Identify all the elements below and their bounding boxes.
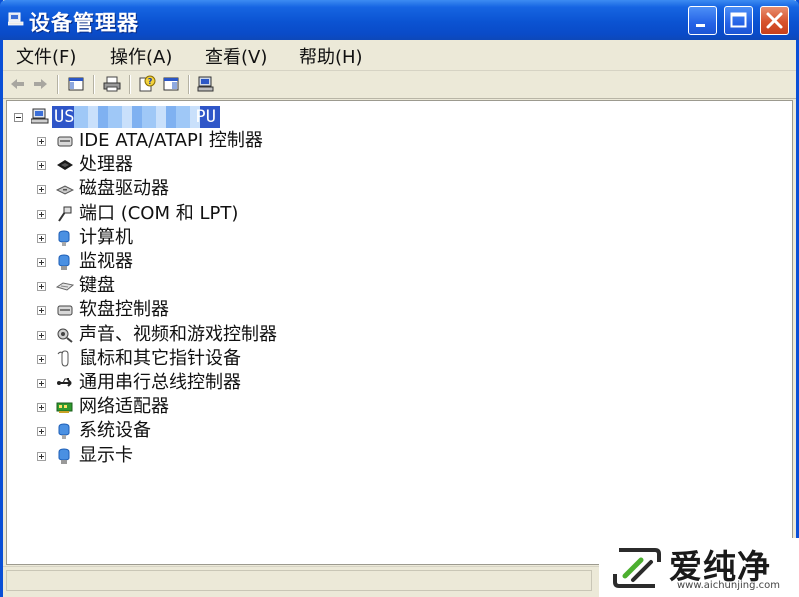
menu-bar: 文件(F) 操作(A) 查看(V) 帮助(H) [3,40,796,71]
category-label: 键盘 [79,275,115,297]
console-tree-icon[interactable] [67,75,85,93]
processor-icon [57,160,73,171]
mouse-icon [57,350,69,367]
menu-file[interactable]: 文件(F) [10,43,82,69]
window-title: 设备管理器 [29,11,139,35]
expand-toggle[interactable] [37,403,46,413]
menu-action[interactable]: 操作(A) [104,43,178,69]
root-label-end: PU [195,107,216,127]
tree-category-row[interactable]: 键盘 [7,274,607,298]
device-tree[interactable]: US PU IDE ATA/ATAPI 控制器 处理器 磁盘驱动器 端口 (COM 和… [6,100,793,565]
tree-category-row[interactable]: 系统设备 [7,419,607,443]
tree-category-row[interactable]: 磁盘驱动器 [7,177,607,201]
menu-help[interactable]: 帮助(H) [293,43,369,69]
menu-view[interactable]: 查看(V) [199,43,273,69]
close-button[interactable] [760,6,789,35]
category-label: 系统设备 [79,420,151,442]
toolbar-separator [57,75,58,94]
root-computer-node[interactable]: US PU [52,106,220,128]
category-label: IDE ATA/ATAPI 控制器 [79,130,263,151]
category-label: 显示卡 [79,444,133,466]
category-label: 声音、视频和游戏控制器 [79,323,277,345]
back-arrow-icon[interactable] [9,75,27,93]
brand-logo-icon [613,548,661,588]
tree-category-row[interactable]: 网络适配器 [7,395,607,419]
keyboard-icon [56,282,74,291]
expand-toggle[interactable] [37,330,46,340]
toolbar-separator [188,75,189,94]
close-icon [766,12,783,29]
tree-category-row[interactable]: IDE ATA/ATAPI 控制器 [7,129,607,153]
collapse-toggle[interactable] [14,113,23,122]
ide-controller-icon [57,136,73,147]
tree-category-row[interactable]: 显示卡 [7,444,607,468]
category-label: 端口 (COM 和 LPT) [79,202,239,224]
scan-hardware-icon[interactable] [197,75,215,93]
toolbar: ? [3,71,796,99]
minimize-icon [696,24,705,27]
toolbar-separator [129,75,130,94]
usb-icon [57,378,72,387]
expand-toggle[interactable] [37,427,46,437]
status-pane [6,570,592,591]
tree-category-row[interactable]: 处理器 [7,153,607,177]
expand-toggle[interactable] [37,185,46,195]
expand-toggle[interactable] [37,233,46,243]
tree-category-row[interactable]: 通用串行总线控制器 [7,371,607,395]
tree-category-row[interactable]: 鼠标和其它指针设备 [7,347,607,371]
disk-drive-icon [56,185,74,195]
redacted-name [74,106,200,128]
maximize-icon [730,12,747,28]
expand-toggle[interactable] [37,282,46,292]
expand-toggle[interactable] [37,451,46,461]
help-icon[interactable]: ? [138,75,156,93]
expand-toggle[interactable] [37,354,46,364]
maximize-button[interactable] [724,6,753,35]
computer-icon [31,108,49,124]
forward-arrow-icon[interactable] [31,75,49,93]
category-label: 网络适配器 [79,396,169,418]
expand-toggle[interactable] [37,161,46,171]
expand-toggle[interactable] [37,209,46,219]
minimize-button[interactable] [688,6,717,35]
network-adapter-icon [56,402,73,414]
expand-toggle[interactable] [37,379,46,388]
computer-icon [58,230,70,246]
category-label: 处理器 [79,154,133,176]
expand-toggle[interactable] [37,137,46,146]
print-icon[interactable] [103,75,121,93]
category-label: 软盘控制器 [79,299,169,321]
system-device-icon [58,423,70,440]
device-manager-window: 设备管理器 文件(F) 操作(A) 查看(V) 帮助(H) ? US PU ID… [0,0,799,597]
watermark-url: www.aichunjing.com [677,580,780,591]
device-manager-icon [8,12,24,26]
category-label: 计算机 [79,226,133,248]
svg-text:?: ? [148,77,153,86]
tree-category-row[interactable]: 软盘控制器 [7,298,607,322]
floppy-controller-icon [57,305,73,316]
tree-category-row[interactable]: 监视器 [7,250,607,274]
tree-category-row[interactable]: 端口 (COM 和 LPT) [7,202,607,226]
toolbar-separator [93,75,94,94]
expand-toggle[interactable] [37,258,46,267]
watermark: 爱纯净 www.aichunjing.com [599,538,799,597]
expand-toggle[interactable] [37,306,46,316]
sound-icon [57,328,73,343]
category-label: 通用串行总线控制器 [79,372,241,393]
monitor-icon [58,254,70,270]
port-icon [58,206,72,222]
display-adapter-icon [58,448,70,464]
category-label: 监视器 [79,251,133,272]
category-label: 鼠标和其它指针设备 [79,347,241,369]
category-label: 磁盘驱动器 [79,178,169,200]
tree-category-row[interactable]: 计算机 [7,226,607,250]
root-label-start: US [54,107,75,127]
title-bar[interactable]: 设备管理器 [0,0,799,40]
tree-category-row[interactable]: 声音、视频和游戏控制器 [7,323,607,347]
properties-icon[interactable] [162,75,180,93]
